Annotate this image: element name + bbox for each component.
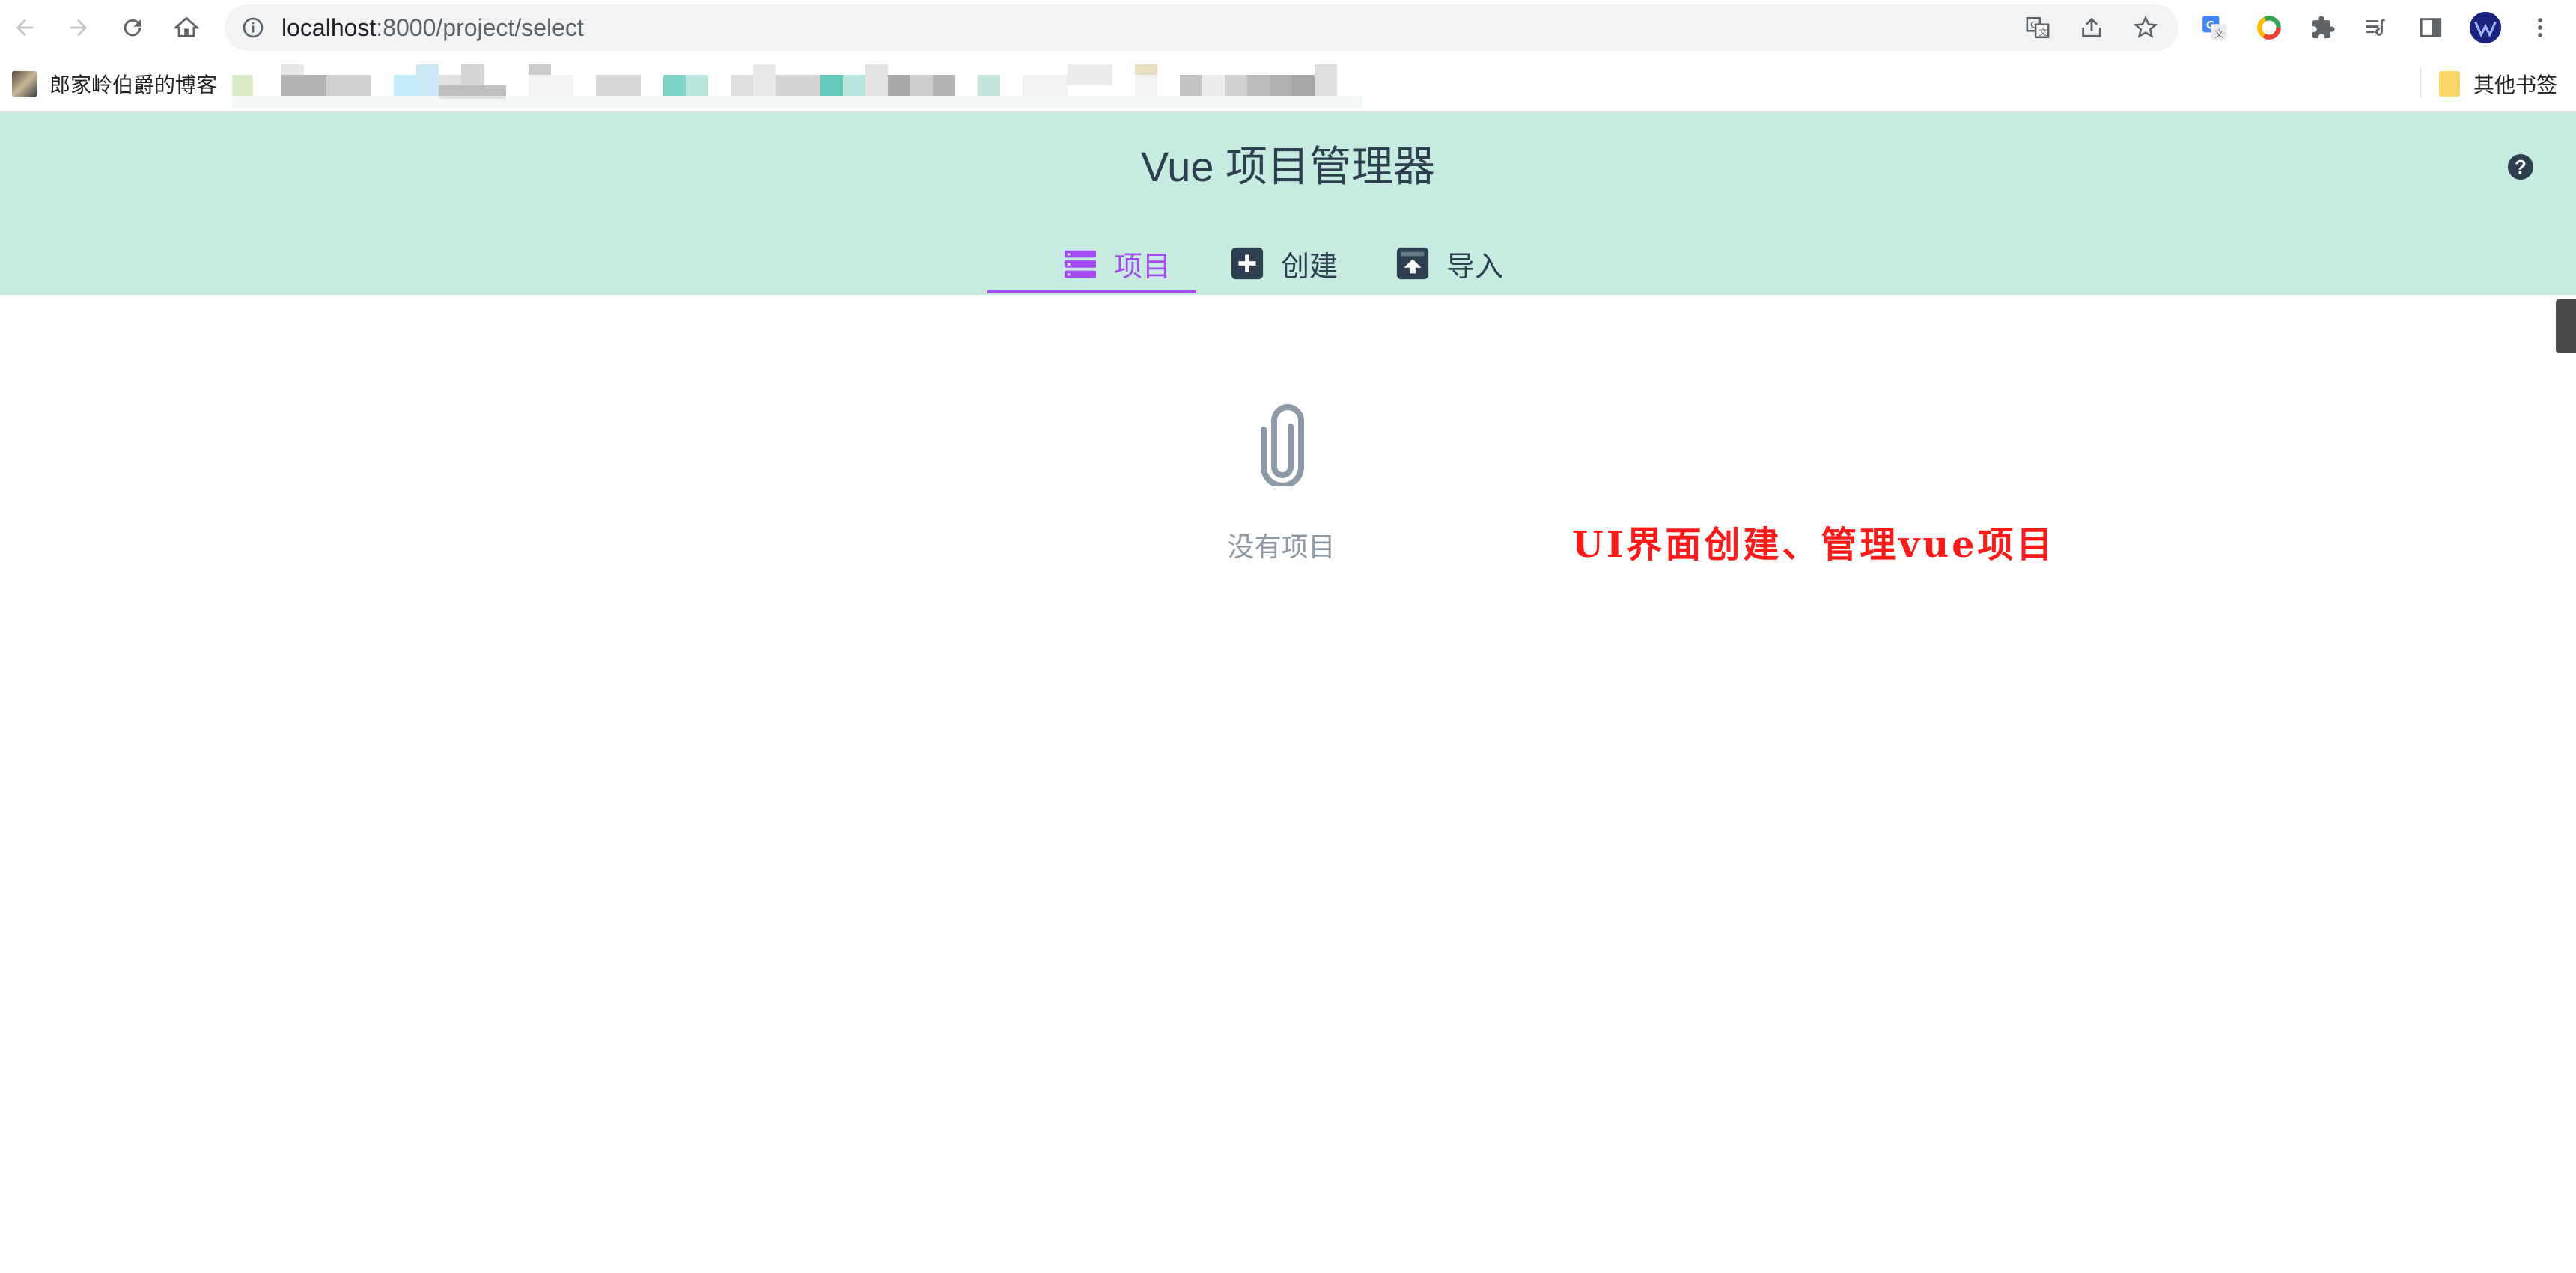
other-bookmarks-label: 其他书签 [2473, 73, 2558, 97]
browser-toolbar: localhost:8000/project/select G文 G文 [0, 0, 2576, 55]
color-ring-extension-icon[interactable] [2252, 10, 2286, 45]
url-text[interactable]: localhost:8000/project/select [281, 13, 584, 42]
bookmarks-bar: 郎家岭伯爵的博客 其他书签 [0, 55, 2576, 112]
page-title: Vue 项目管理器 [1140, 143, 1436, 190]
other-bookmarks-folder[interactable]: 其他书签 [2439, 69, 2557, 99]
tab-projects[interactable]: 项目 [1063, 233, 1171, 293]
share-icon[interactable] [2077, 13, 2106, 42]
scrollbar-handle[interactable] [2556, 299, 2576, 353]
tab-projects-label: 项目 [1114, 251, 1172, 283]
active-tab-indicator [987, 290, 1196, 293]
side-panel-icon[interactable] [2414, 10, 2448, 45]
reload-icon[interactable] [115, 10, 150, 45]
app-header: Vue 项目管理器 ? 项目 创建 导入 [0, 112, 2576, 295]
forward-arrow-icon[interactable] [61, 10, 96, 45]
list-icon [1064, 250, 1097, 278]
plus-square-icon [1231, 247, 1264, 280]
svg-text:G: G [2206, 20, 2215, 32]
back-arrow-icon[interactable] [7, 10, 42, 45]
more-menu-icon[interactable] [2523, 10, 2557, 45]
bookmark-star-icon[interactable] [2131, 13, 2160, 42]
help-icon[interactable]: ? [2508, 154, 2533, 180]
tab-import[interactable]: 导入 [1395, 233, 1503, 293]
bookmark-blog[interactable]: 郎家岭伯爵的博客 [12, 69, 217, 99]
tab-create-label: 创建 [1281, 251, 1339, 283]
annotation-text: UI界面创建、管理vue项目 [1572, 524, 2056, 566]
bookmark-separator [2420, 67, 2421, 97]
empty-state-text: 没有项目 [1227, 531, 1336, 562]
folder-icon [2439, 71, 2460, 97]
svg-text:文: 文 [2038, 27, 2047, 37]
reading-list-icon[interactable] [2358, 10, 2393, 45]
bookmark-blog-label: 郎家岭伯爵的博客 [49, 73, 218, 97]
svg-text:G: G [2030, 19, 2037, 30]
profile-avatar[interactable] [2468, 10, 2503, 45]
site-info-icon[interactable] [241, 16, 265, 40]
blog-favicon-icon [12, 71, 37, 97]
puzzle-extensions-icon[interactable] [2306, 10, 2340, 45]
tab-import-label: 导入 [1446, 251, 1504, 283]
home-icon[interactable] [169, 10, 204, 45]
svg-text:文: 文 [2214, 28, 2224, 40]
blurred-bookmarks [232, 64, 1362, 108]
tab-create[interactable]: 创建 [1230, 233, 1338, 293]
translate-icon[interactable]: G文 [2024, 13, 2052, 42]
google-translate-extension-icon[interactable]: G文 [2197, 10, 2232, 45]
address-bar[interactable]: localhost:8000/project/select G文 [225, 4, 2178, 51]
import-upload-icon [1396, 247, 1429, 280]
paperclip-icon [1261, 404, 1304, 486]
